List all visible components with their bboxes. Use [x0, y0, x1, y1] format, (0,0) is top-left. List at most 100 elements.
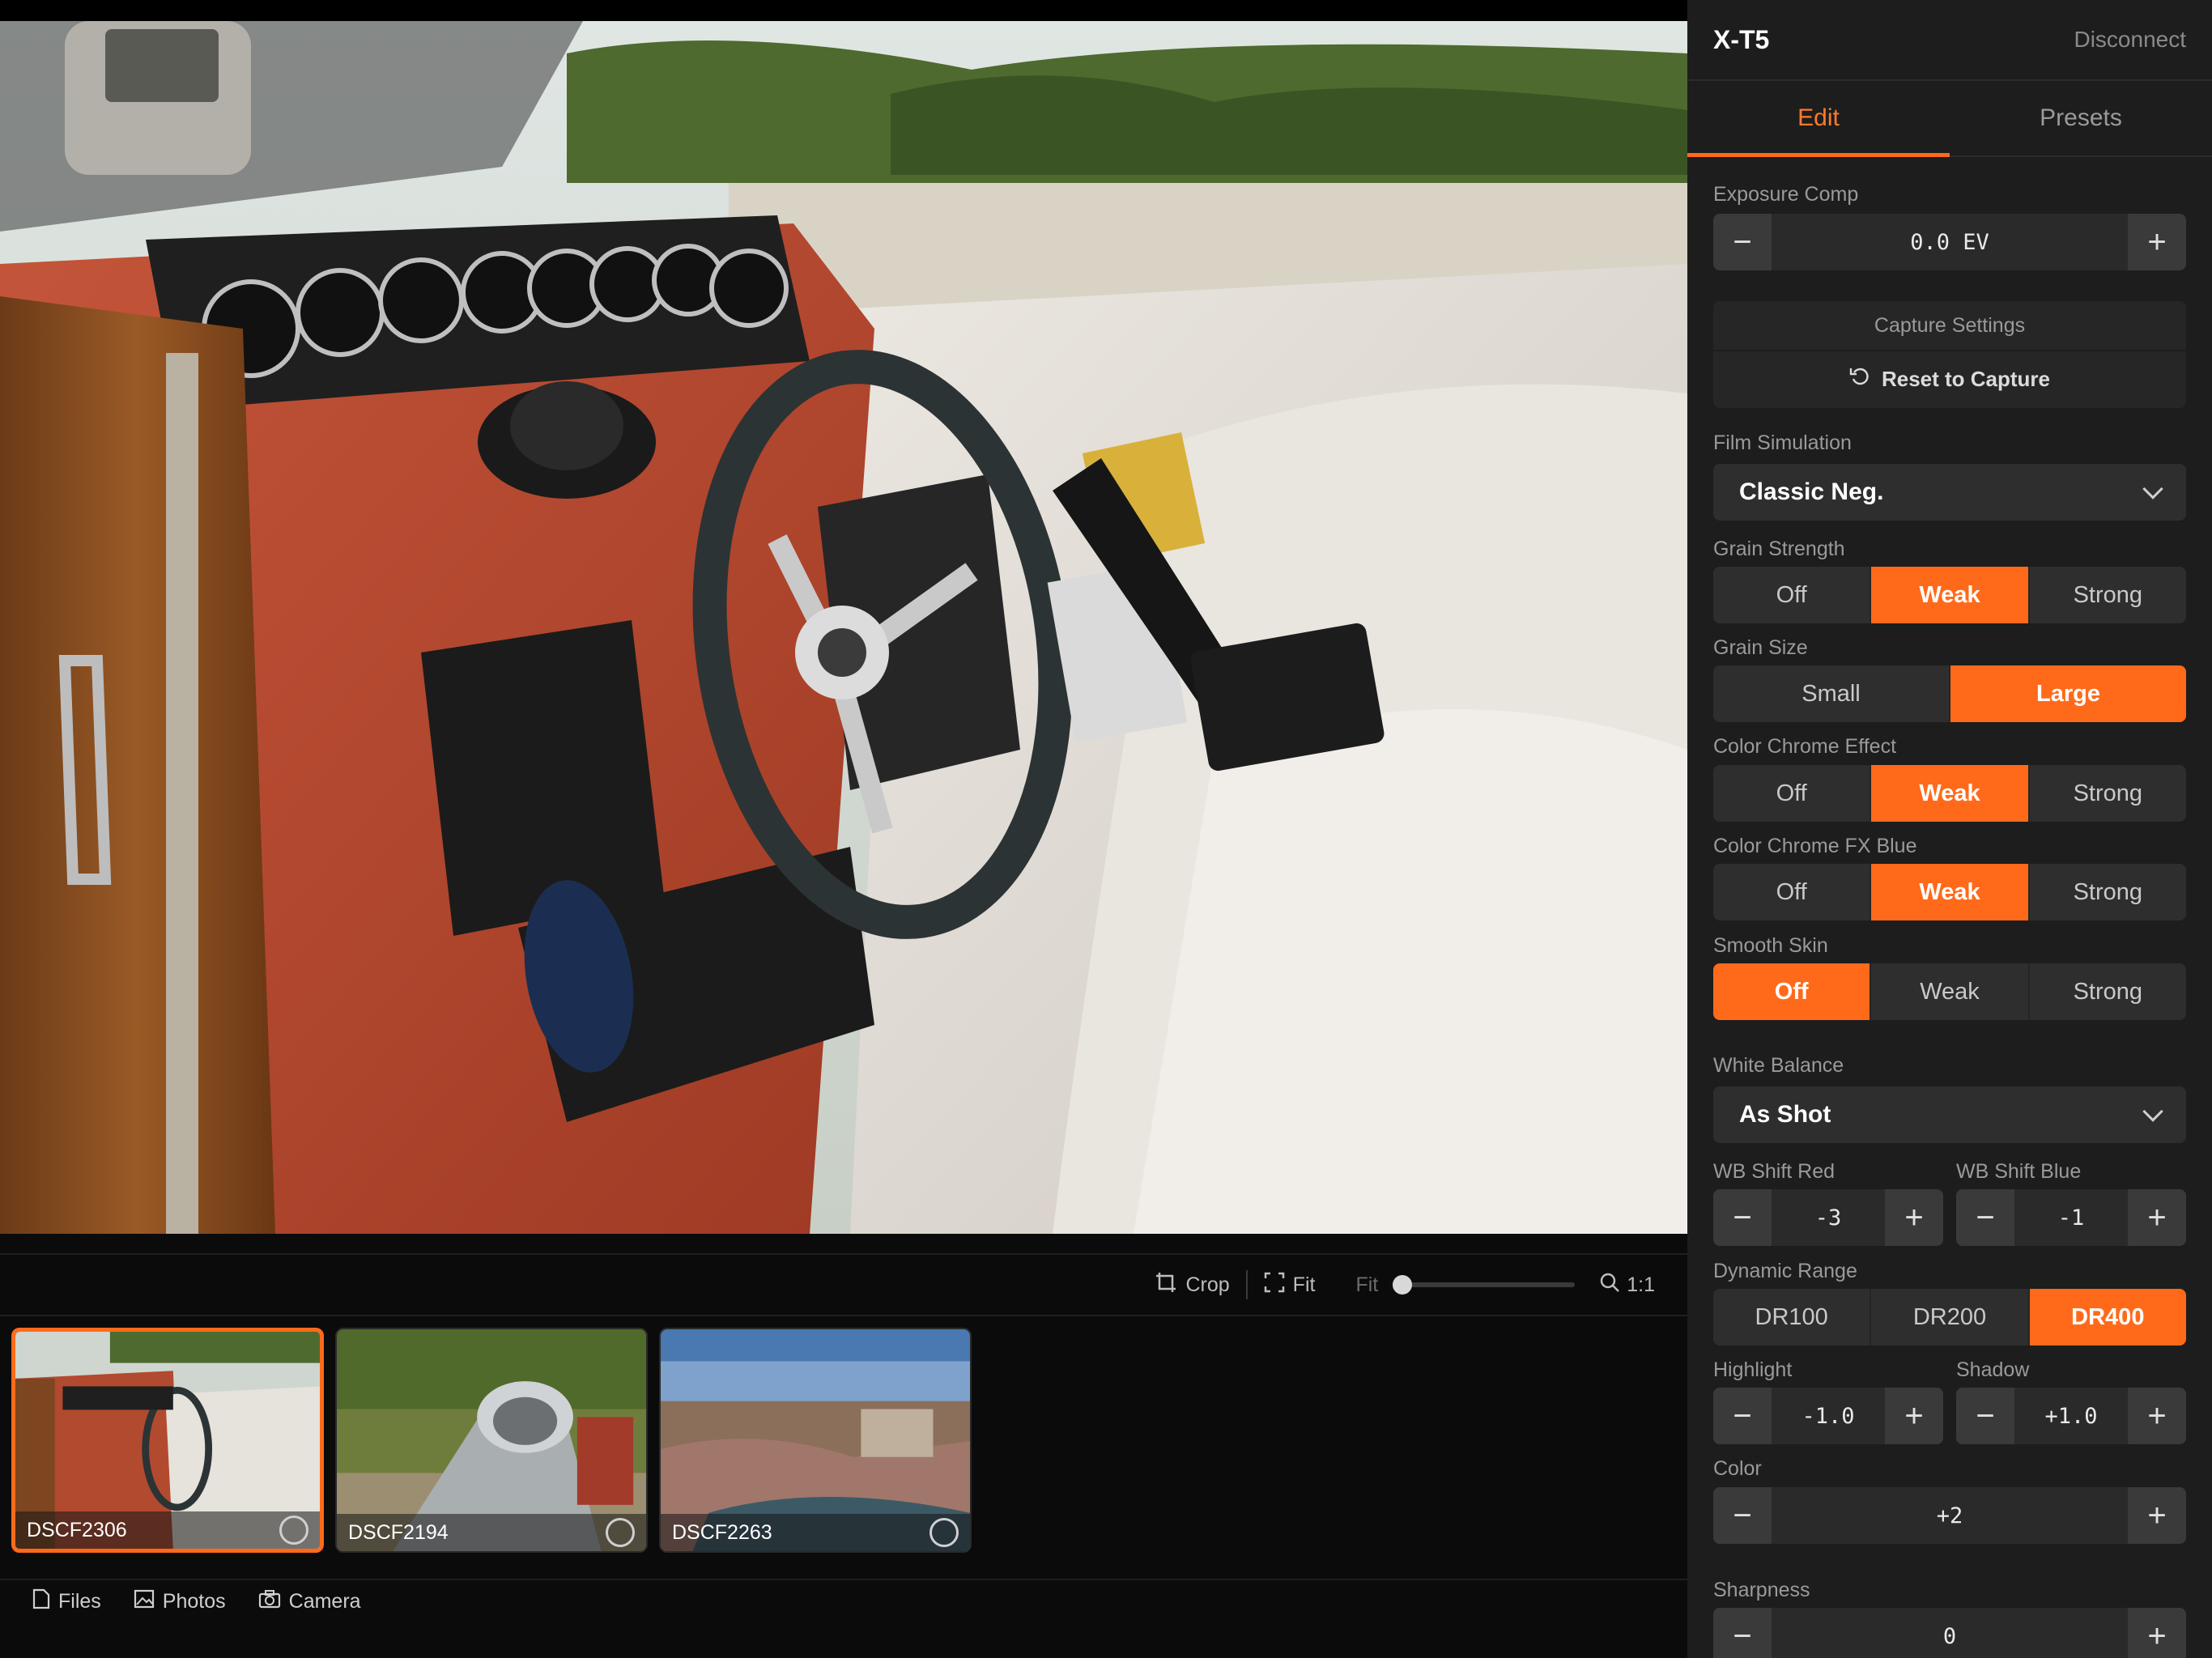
smooth-skin-off[interactable]: Off	[1713, 963, 1870, 1020]
crop-icon	[1155, 1271, 1177, 1299]
reset-to-capture-button[interactable]: Reset to Capture	[1713, 351, 2186, 406]
wb-shift-blue-minus-button[interactable]: −	[1956, 1189, 2014, 1246]
color-chrome-off[interactable]: Off	[1713, 765, 1870, 822]
grain-size-large[interactable]: Large	[1949, 665, 2186, 722]
color-chrome-control: Off Weak Strong	[1713, 765, 2186, 822]
color-chrome-blue-control: Off Weak Strong	[1713, 864, 2186, 920]
exposure-minus-button[interactable]: −	[1713, 214, 1772, 270]
fit-button[interactable]: Fit	[1248, 1272, 1332, 1299]
grain-strength-off[interactable]: Off	[1713, 567, 1870, 623]
film-simulation-value: Classic Neg.	[1739, 478, 1884, 505]
wb-shift-blue-plus-button[interactable]: +	[2128, 1189, 2186, 1246]
wb-shift-red-label: WB Shift Red	[1713, 1160, 1836, 1183]
grain-size-label: Grain Size	[1713, 636, 1808, 659]
chevron-down-icon	[2142, 478, 2163, 500]
fit-label: Fit	[1292, 1273, 1316, 1296]
color-label: Color	[1713, 1457, 1762, 1480]
filmstrip-item[interactable]: DSCF2263	[659, 1328, 972, 1553]
toolbar-divider-bottom	[0, 1315, 1687, 1316]
color-chrome-weak[interactable]: Weak	[1870, 765, 2028, 822]
shadow-label: Shadow	[1956, 1358, 2030, 1381]
select-circle-icon[interactable]	[606, 1518, 635, 1547]
color-minus-button[interactable]: −	[1713, 1487, 1772, 1544]
thumbnail-caption: DSCF2306	[15, 1511, 320, 1549]
shadow-minus-button[interactable]: −	[1956, 1388, 2014, 1444]
highlight-label: Highlight	[1713, 1358, 1793, 1381]
white-balance-label: White Balance	[1713, 1054, 1844, 1077]
sharpness-stepper: − 0 +	[1713, 1608, 2186, 1658]
nav-files[interactable]: Files	[32, 1588, 101, 1615]
grain-size-small[interactable]: Small	[1713, 665, 1949, 722]
dynamic-range-dr100[interactable]: DR100	[1713, 1289, 1870, 1346]
select-circle-icon[interactable]	[929, 1518, 959, 1547]
nav-photos[interactable]: Photos	[134, 1588, 226, 1615]
disconnect-button[interactable]: Disconnect	[2074, 27, 2186, 53]
reset-to-capture-label: Reset to Capture	[1881, 366, 2051, 391]
color-plus-button[interactable]: +	[2128, 1487, 2186, 1544]
zoom-slider[interactable]	[1393, 1275, 1576, 1295]
exposure-label: Exposure Comp	[1713, 183, 1859, 206]
color-chrome-blue-strong[interactable]: Strong	[2027, 864, 2186, 920]
dynamic-range-control: DR100 DR200 DR400	[1713, 1289, 2186, 1346]
grain-strength-control: Off Weak Strong	[1713, 567, 2186, 623]
grain-strength-strong[interactable]: Strong	[2027, 567, 2186, 623]
bottomnav-divider	[0, 1579, 1687, 1580]
color-chrome-blue-weak[interactable]: Weak	[1870, 864, 2028, 920]
nav-camera[interactable]: Camera	[258, 1588, 361, 1615]
exposure-stepper: − 0.0 EV +	[1713, 214, 2186, 270]
zoom-slider-thumb[interactable]	[1393, 1275, 1413, 1295]
zoom-min-label: Fit	[1355, 1273, 1379, 1296]
dynamic-range-label: Dynamic Range	[1713, 1260, 1857, 1282]
smooth-skin-weak[interactable]: Weak	[1870, 963, 2027, 1020]
camera-icon	[258, 1589, 281, 1614]
filmstrip: DSCF2306 DSCF2194 DSCF2263	[11, 1328, 972, 1554]
wb-shift-blue-stepper: − -1 +	[1956, 1189, 2186, 1246]
highlight-value: -1.0	[1802, 1403, 1855, 1429]
color-chrome-label: Color Chrome Effect	[1713, 735, 1897, 758]
highlight-plus-button[interactable]: +	[1885, 1388, 1943, 1444]
crop-button[interactable]: Crop	[1138, 1271, 1245, 1299]
zoom-max-label[interactable]: 1:1	[1627, 1273, 1655, 1297]
sharpness-minus-button[interactable]: −	[1713, 1608, 1772, 1658]
thumbnail-caption: DSCF2263	[661, 1514, 970, 1551]
filmstrip-item[interactable]: DSCF2194	[335, 1328, 648, 1553]
photo-viewer[interactable]	[0, 0, 1687, 1234]
settings-panel: X-T5 Disconnect Edit Presets Exposure Co…	[1687, 0, 2212, 1658]
wb-shift-red-minus-button[interactable]: −	[1713, 1189, 1772, 1246]
filmstrip-item[interactable]: DSCF2306	[11, 1328, 324, 1553]
nav-files-label: Files	[58, 1590, 101, 1613]
bottom-nav: Files Photos Camera	[32, 1588, 361, 1615]
wb-shift-red-value: -3	[1814, 1205, 1842, 1231]
dynamic-range-dr200[interactable]: DR200	[1870, 1289, 2027, 1346]
color-chrome-strong[interactable]: Strong	[2027, 765, 2186, 822]
dynamic-range-dr400[interactable]: DR400	[2027, 1289, 2186, 1346]
grain-strength-label: Grain Strength	[1713, 538, 1845, 560]
nav-camera-label: Camera	[288, 1590, 361, 1613]
chevron-down-icon	[2142, 1101, 2163, 1122]
exposure-value: 0.0 EV	[1910, 229, 1989, 255]
crop-label: Crop	[1185, 1273, 1230, 1296]
capture-settings-title: Capture Settings	[1713, 301, 2186, 351]
tab-presets[interactable]: Presets	[1950, 81, 2212, 155]
smooth-skin-control: Off Weak Strong	[1713, 963, 2186, 1020]
highlight-stepper: − -1.0 +	[1713, 1388, 1943, 1444]
select-circle-icon[interactable]	[279, 1516, 308, 1545]
smooth-skin-strong[interactable]: Strong	[2027, 963, 2186, 1020]
tab-edit[interactable]: Edit	[1687, 81, 1950, 157]
highlight-minus-button[interactable]: −	[1713, 1388, 1772, 1444]
nav-photos-label: Photos	[162, 1590, 226, 1613]
white-balance-select[interactable]: As Shot	[1713, 1086, 2186, 1143]
grain-strength-weak[interactable]: Weak	[1870, 567, 2028, 623]
sharpness-plus-button[interactable]: +	[2128, 1608, 2186, 1658]
wb-shift-blue-label: WB Shift Blue	[1956, 1160, 2082, 1183]
wb-shift-red-plus-button[interactable]: +	[1885, 1189, 1943, 1246]
exposure-plus-button[interactable]: +	[2128, 214, 2186, 270]
film-simulation-select[interactable]: Classic Neg.	[1713, 464, 2186, 521]
smooth-skin-label: Smooth Skin	[1713, 934, 1828, 957]
wb-shift-blue-value: -1	[2057, 1205, 2085, 1231]
shadow-plus-button[interactable]: +	[2128, 1388, 2186, 1444]
color-chrome-blue-off[interactable]: Off	[1713, 864, 1870, 920]
grain-size-control: Small Large	[1713, 665, 2186, 722]
shadow-stepper: − +1.0 +	[1956, 1388, 2186, 1444]
film-simulation-label: Film Simulation	[1713, 432, 1852, 454]
